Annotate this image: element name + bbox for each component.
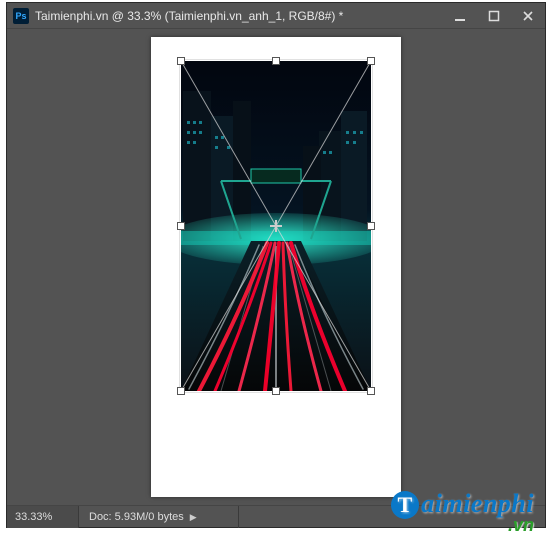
document-title: Taimienphi.vn @ 33.3% (Taimienphi.vn_anh…: [35, 9, 443, 23]
white-canvas[interactable]: [151, 37, 401, 497]
chevron-right-icon[interactable]: ▶: [190, 506, 197, 528]
minimize-button[interactable]: [443, 3, 477, 29]
photoshop-window: Ps Taimienphi.vn @ 33.3% (Taimienphi.vn_…: [6, 2, 546, 528]
maximize-button[interactable]: [477, 3, 511, 29]
watermark-brand: aimienphi: [421, 489, 534, 518]
watermark: Taimienphi .vn: [391, 489, 534, 536]
title-bar[interactable]: Ps Taimienphi.vn @ 33.3% (Taimienphi.vn_…: [7, 3, 545, 29]
canvas-area[interactable]: [7, 29, 545, 505]
placed-image[interactable]: [181, 61, 371, 391]
app-icon: Ps: [13, 8, 29, 24]
document-info[interactable]: Doc: 5.93M/0 bytes ▶: [79, 506, 239, 528]
close-button[interactable]: [511, 3, 545, 29]
window-controls: [443, 3, 545, 28]
document-info-text: Doc: 5.93M/0 bytes: [89, 506, 184, 528]
zoom-level[interactable]: 33.33%: [7, 506, 79, 528]
watermark-logo-icon: T: [391, 491, 419, 519]
